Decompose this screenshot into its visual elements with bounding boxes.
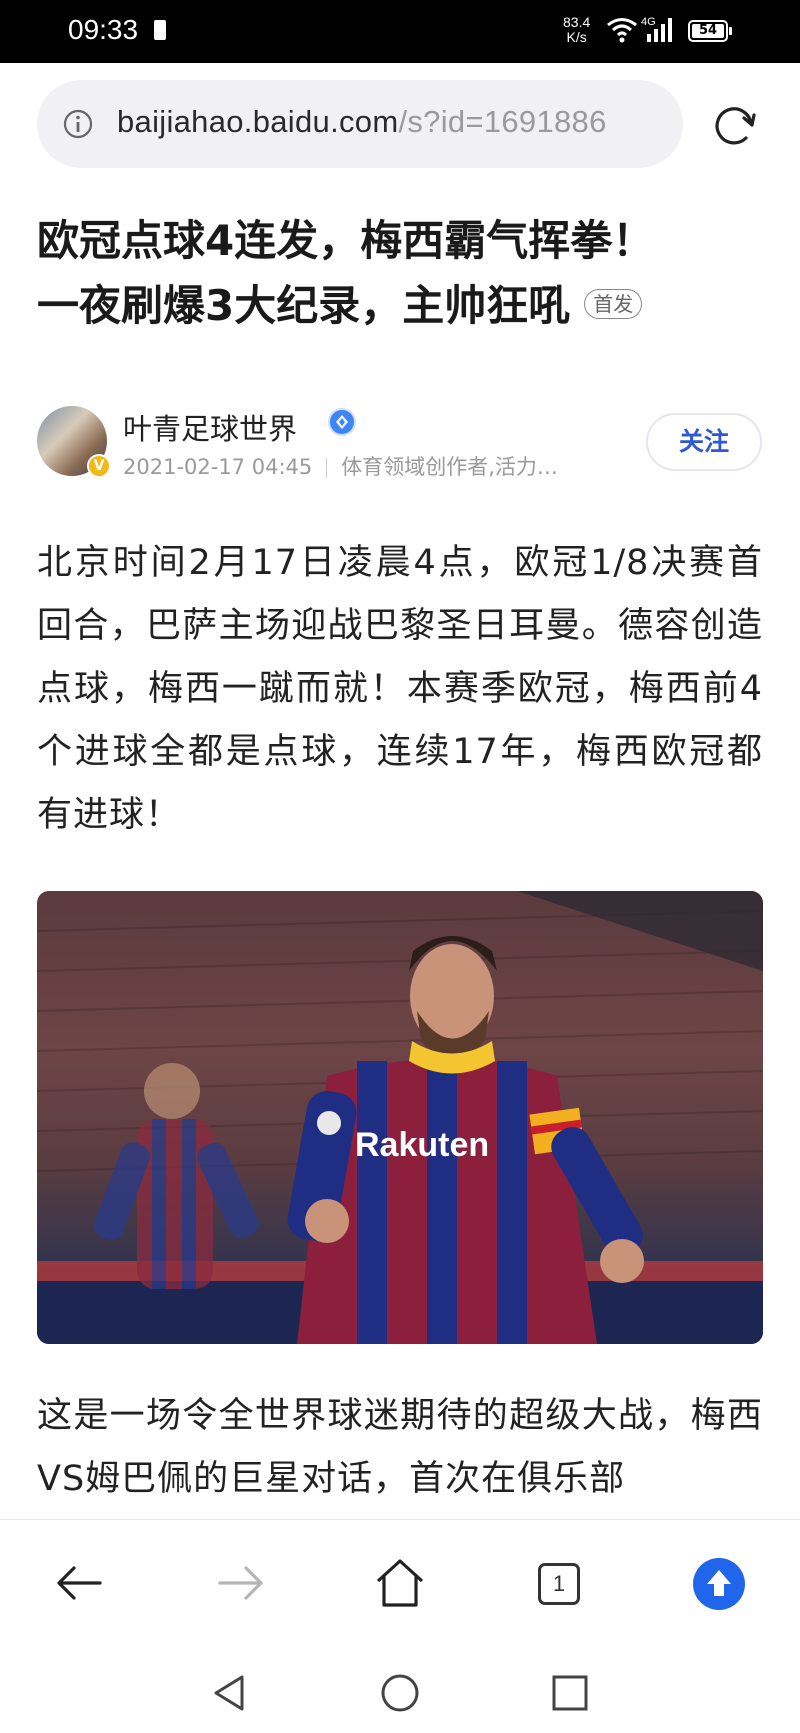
back-button[interactable] — [52, 1555, 108, 1611]
first-publish-badge: 首发 — [584, 288, 643, 319]
address-bar[interactable]: baijiahao.baidu.com/s?id=1691886 — [37, 80, 683, 168]
verified-v-icon: V — [87, 454, 111, 478]
home-icon — [376, 1559, 424, 1607]
title-line-1: 欧冠点球4连发，梅西霸气挥拳！ — [37, 216, 655, 265]
url-path: /s?id=1691886 — [398, 104, 607, 139]
url-host: baijiahao.baidu.com — [117, 104, 399, 139]
follow-button[interactable]: 关注 — [646, 413, 762, 471]
divider — [326, 458, 328, 478]
tabs-button[interactable]: 1 — [538, 1563, 580, 1605]
nav-home-icon[interactable] — [378, 1671, 422, 1715]
wifi-icon — [607, 18, 637, 43]
arrow-up-icon — [707, 1570, 731, 1596]
article-paragraph-2: 这是一场令全世界球迷期待的超级大战，梅西VS姆巴佩的巨星对话，首次在俱乐部 — [37, 1396, 763, 1499]
jersey-sponsor: Rakuten — [355, 1126, 489, 1164]
nav-back-icon[interactable] — [208, 1671, 252, 1715]
title-line-2: 一夜刷爆3大纪录，主帅狂吼 首发 — [37, 273, 757, 338]
url-text[interactable]: baijiahao.baidu.com/s?id=1691886 — [117, 104, 673, 140]
article-paragraph-1: 北京时间2月17日凌晨4点，欧冠1/8决赛首回合，巴萨主场迎战巴黎圣日耳曼。德容… — [37, 543, 763, 835]
arrow-right-icon — [218, 1566, 263, 1600]
info-icon[interactable] — [63, 109, 93, 139]
author-name[interactable]: 叶青足球世界 — [123, 406, 297, 448]
battery-level: 54 — [692, 24, 724, 38]
forward-button[interactable] — [212, 1555, 268, 1611]
author-description: 体育领域创作者,活力… — [341, 455, 558, 479]
home-button[interactable] — [372, 1555, 428, 1611]
photo-illustration: Rakuten — [37, 891, 763, 1344]
publish-date: 2021-02-17 04:45 — [123, 455, 313, 479]
article-title: 欧冠点球4连发，梅西霸气挥拳！ 一夜刷爆3大纪录，主帅狂吼 首发 — [37, 208, 757, 338]
network-type: 4G — [641, 16, 656, 28]
upload-button[interactable] — [693, 1558, 745, 1610]
nav-recents-icon[interactable] — [548, 1671, 592, 1715]
battery-icon: 54 — [688, 20, 732, 42]
signal-icon: 4G — [641, 16, 672, 42]
network-speed: 83.4 K/s — [563, 14, 591, 45]
sim-alert-icon — [154, 20, 166, 40]
system-nav-bar — [0, 1655, 800, 1733]
verified-badge-icon — [328, 408, 356, 436]
refresh-icon[interactable] — [713, 104, 757, 148]
article-photo[interactable]: Rakuten — [37, 891, 763, 1344]
status-bar: 09:33 83.4 K/s 4G 54 — [0, 0, 800, 63]
author-meta: 2021-02-17 04:45 体育领域创作者,活力… — [123, 451, 558, 481]
clock: 09:33 — [68, 14, 139, 45]
arrow-left-icon — [57, 1566, 102, 1600]
author-avatar[interactable]: V — [37, 406, 111, 478]
